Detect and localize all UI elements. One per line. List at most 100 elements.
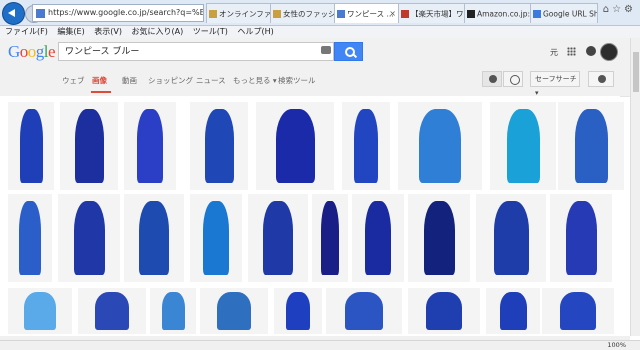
image-result-thumbnail[interactable] (256, 102, 334, 190)
image-result-thumbnail[interactable] (8, 288, 72, 334)
image-result-thumbnail[interactable] (190, 194, 242, 282)
user-name[interactable]: 元 (550, 47, 558, 58)
image-results-grid (0, 96, 624, 336)
menu-help[interactable]: ヘルプ(H) (237, 27, 273, 36)
tab-favicon (337, 10, 345, 18)
browser-tab[interactable]: 【楽天市場】ワン... (398, 3, 466, 23)
image-result-thumbnail[interactable] (486, 288, 540, 334)
image-result-thumbnail[interactable] (312, 194, 348, 282)
browser-titlebar: https://www.google.co.jp/search?q=%E3%83… (0, 0, 640, 26)
browser-tab[interactable]: オンラインファッ... (206, 3, 272, 23)
image-result-thumbnail[interactable] (342, 102, 390, 190)
image-result-thumbnail[interactable] (408, 288, 480, 334)
image-result-thumbnail[interactable] (408, 194, 470, 282)
tab-shopping[interactable]: ショッピング (148, 75, 193, 86)
tab-images[interactable]: 画像 (92, 75, 107, 86)
dress-image (203, 201, 229, 275)
notifications-icon[interactable] (586, 46, 596, 56)
menu-file[interactable]: ファイル(F) (5, 27, 48, 36)
person-icon[interactable] (482, 71, 502, 87)
image-result-thumbnail[interactable] (558, 102, 624, 190)
image-result-thumbnail[interactable] (490, 102, 556, 190)
tab-favicon (273, 10, 281, 18)
site-icon (36, 8, 45, 18)
dress-image (426, 291, 462, 331)
image-result-thumbnail[interactable] (58, 194, 120, 282)
image-result-thumbnail[interactable] (8, 102, 54, 190)
menu-view[interactable]: 表示(V) (94, 27, 122, 36)
image-result-thumbnail[interactable] (352, 194, 404, 282)
image-result-thumbnail[interactable] (60, 102, 118, 190)
image-result-thumbnail[interactable] (550, 194, 612, 282)
dress-image (217, 291, 251, 331)
image-result-thumbnail[interactable] (200, 288, 268, 334)
image-result-thumbnail[interactable] (476, 194, 546, 282)
dress-image (499, 291, 527, 331)
safesearch-button[interactable]: セーフサーチ ▾ (530, 71, 580, 97)
google-logo[interactable]: Google (8, 42, 56, 62)
close-tab-icon[interactable]: × (389, 4, 396, 23)
dress-image (560, 291, 596, 331)
dress-image (574, 109, 608, 183)
image-result-thumbnail[interactable] (8, 194, 52, 282)
dress-image (161, 291, 185, 331)
browser-toolbar-icons[interactable]: ⌂☆⚙ (603, 4, 636, 15)
camera-icon[interactable] (321, 46, 331, 54)
image-result-thumbnail[interactable] (124, 194, 184, 282)
tab-more[interactable]: もっと見る ▾ (233, 75, 277, 86)
vertical-scrollbar[interactable] (630, 38, 640, 336)
gear-icon[interactable] (588, 71, 614, 87)
image-result-thumbnail[interactable] (124, 102, 176, 190)
image-result-thumbnail[interactable] (542, 288, 614, 334)
image-result-thumbnail[interactable] (398, 102, 482, 190)
browser-tab[interactable]: Google URL Sho... (530, 3, 598, 23)
dress-image (275, 109, 315, 183)
dress-image (286, 291, 310, 331)
image-result-thumbnail[interactable] (190, 102, 248, 190)
back-button[interactable] (2, 2, 25, 25)
search-button[interactable] (334, 42, 363, 61)
dress-image (354, 109, 378, 183)
dress-image (139, 201, 169, 275)
logo-letter: g (35, 42, 45, 61)
tab-favicon (401, 10, 409, 18)
image-result-thumbnail[interactable] (274, 288, 322, 334)
tab-web[interactable]: ウェブ (62, 75, 85, 86)
scrollbar-thumb[interactable] (633, 52, 639, 92)
dress-image (565, 201, 597, 275)
image-result-thumbnail[interactable] (150, 288, 196, 334)
tab-favicon (533, 10, 541, 18)
search-input[interactable]: ワンピース ブルー (58, 42, 334, 61)
dress-image (263, 201, 293, 275)
dress-image (506, 109, 540, 183)
dress-image (24, 291, 56, 331)
browser-tab[interactable]: 女性のファッショ... (270, 3, 336, 23)
dress-image (204, 109, 234, 183)
dress-image (493, 201, 529, 275)
image-result-thumbnail[interactable] (78, 288, 146, 334)
logo-letter: o (19, 42, 29, 61)
logo-letter: o (27, 42, 37, 61)
apps-grid-icon[interactable] (567, 47, 576, 56)
globe-icon[interactable] (503, 71, 523, 87)
tab-video[interactable]: 動画 (122, 75, 137, 86)
image-result-thumbnail[interactable] (248, 194, 308, 282)
menu-favorites[interactable]: お気に入り(A) (132, 27, 184, 36)
tab-search-tools[interactable]: 検索ツール (278, 75, 316, 86)
browser-tab[interactable]: Amazon.co.jp: ... (464, 3, 532, 23)
dress-image (137, 109, 163, 183)
dress-image (19, 109, 43, 183)
image-result-thumbnail[interactable] (326, 288, 402, 334)
tab-favicon (467, 10, 475, 18)
tab-news[interactable]: ニュース (196, 75, 226, 86)
menu-bar: ファイル(F) 編集(E) 表示(V) お気に入り(A) ツール(T) ヘルプ(… (0, 26, 640, 38)
menu-tools[interactable]: ツール(T) (193, 27, 228, 36)
menu-edit[interactable]: 編集(E) (57, 27, 84, 36)
dress-image (19, 201, 41, 275)
dress-image (365, 201, 391, 275)
logo-letter: e (48, 42, 56, 61)
address-bar[interactable]: https://www.google.co.jp/search?q=%E3%83 (32, 4, 204, 22)
browser-tab-active[interactable]: ワンピース ... × (334, 3, 400, 23)
avatar[interactable] (600, 43, 618, 61)
selected-tab-indicator (91, 91, 111, 93)
